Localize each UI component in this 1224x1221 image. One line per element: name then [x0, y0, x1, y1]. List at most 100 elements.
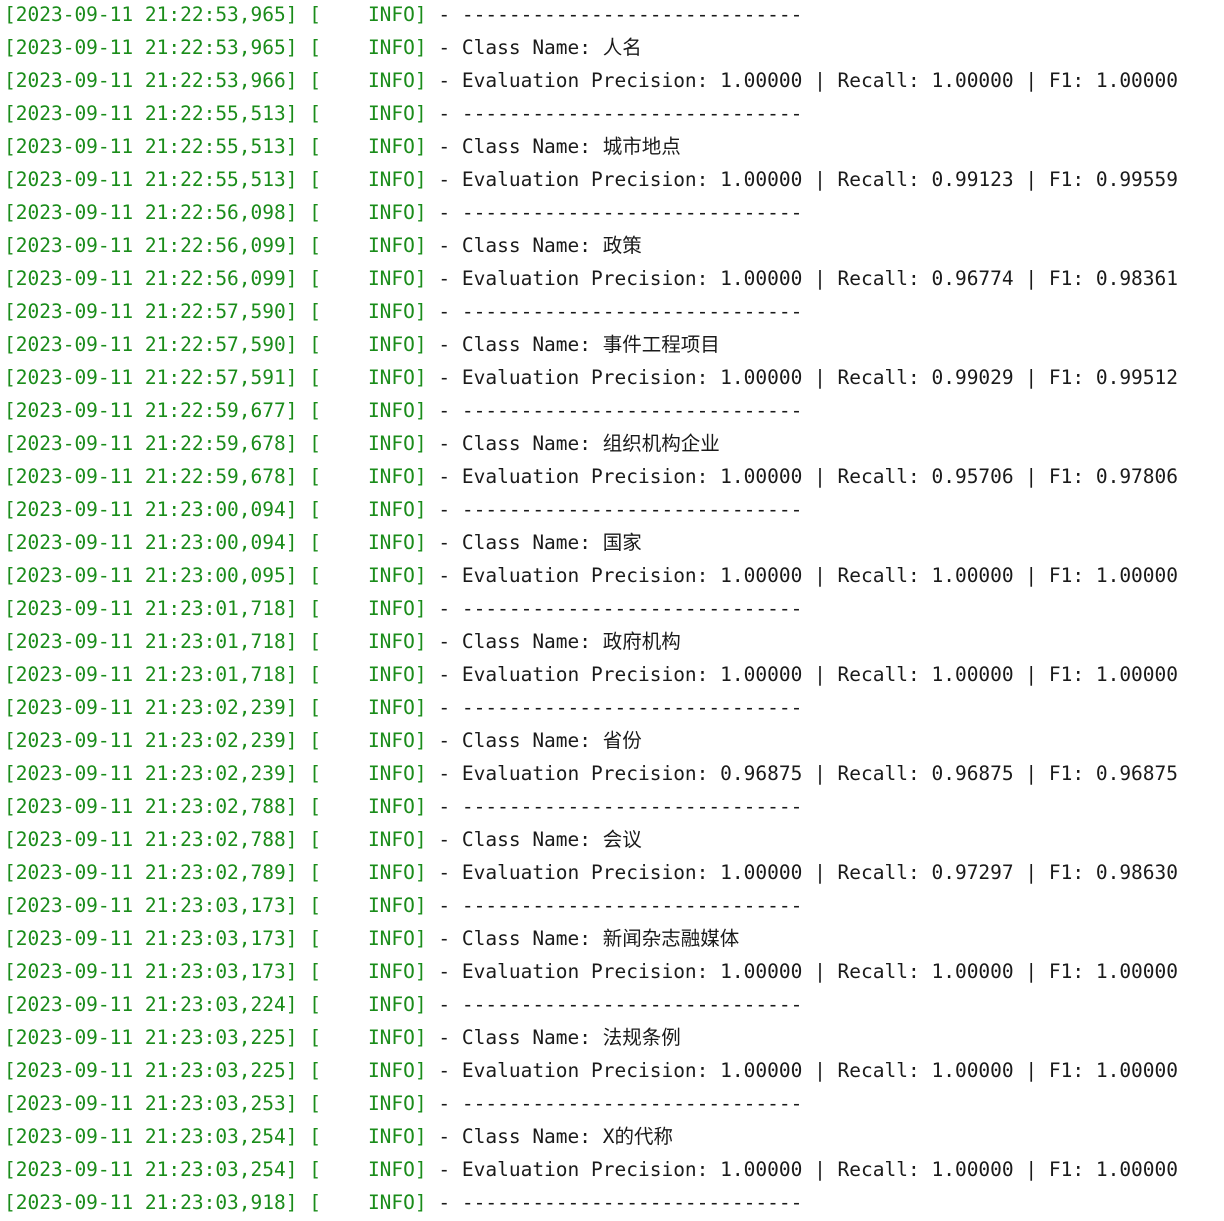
log-level: INFO] — [320, 465, 427, 488]
log-line: [2023-09-11 21:23:03,173] [ INFO] - Clas… — [0, 924, 1224, 957]
log-timestamp: [2023-09-11 21:23:01,718] [ — [4, 597, 321, 620]
log-level: INFO] — [320, 69, 427, 92]
log-timestamp: [2023-09-11 21:22:55,513] [ — [4, 168, 321, 191]
log-level: INFO] — [320, 300, 427, 323]
log-timestamp: [2023-09-11 21:22:59,678] [ — [4, 432, 321, 455]
log-message: - Class Name: 法规条例 — [426, 1026, 681, 1049]
log-message: - Evaluation Precision: 1.00000 | Recall… — [426, 168, 1179, 191]
log-level: INFO] — [320, 861, 427, 884]
log-line: [2023-09-11 21:23:00,094] [ INFO] - ----… — [0, 495, 1224, 528]
log-timestamp: [2023-09-11 21:23:00,095] [ — [4, 564, 321, 587]
log-level: INFO] — [320, 795, 427, 818]
log-line: [2023-09-11 21:23:03,225] [ INFO] - Clas… — [0, 1023, 1224, 1056]
log-message: - Class Name: 事件工程项目 — [426, 333, 720, 356]
log-level: INFO] — [320, 1125, 427, 1148]
log-message: - Class Name: X的代称 — [426, 1125, 673, 1148]
log-timestamp: [2023-09-11 21:22:55,513] [ — [4, 135, 321, 158]
log-message: - Evaluation Precision: 1.00000 | Recall… — [426, 960, 1179, 983]
log-message: - Evaluation Precision: 1.00000 | Recall… — [426, 663, 1179, 686]
log-message: - ----------------------------- — [426, 597, 803, 620]
log-message: - Evaluation Precision: 1.00000 | Recall… — [426, 69, 1179, 92]
log-timestamp: [2023-09-11 21:23:03,254] [ — [4, 1158, 321, 1181]
log-timestamp: [2023-09-11 21:23:03,225] [ — [4, 1026, 321, 1049]
log-line: [2023-09-11 21:22:55,513] [ INFO] - Eval… — [0, 165, 1224, 198]
log-line: [2023-09-11 21:23:03,173] [ INFO] - ----… — [0, 891, 1224, 924]
log-level: INFO] — [320, 597, 427, 620]
log-level: INFO] — [320, 201, 427, 224]
log-message: - Evaluation Precision: 1.00000 | Recall… — [426, 465, 1179, 488]
log-timestamp: [2023-09-11 21:22:56,099] [ — [4, 234, 321, 257]
log-timestamp: [2023-09-11 21:23:03,918] [ — [4, 1191, 321, 1214]
log-timestamp: [2023-09-11 21:22:57,591] [ — [4, 366, 321, 389]
log-timestamp: [2023-09-11 21:22:53,965] [ — [4, 3, 321, 26]
log-message: - Class Name: 省份 — [426, 729, 642, 752]
log-line: [2023-09-11 21:23:01,718] [ INFO] - Clas… — [0, 627, 1224, 660]
log-message: - Evaluation Precision: 1.00000 | Recall… — [426, 366, 1179, 389]
log-line: [2023-09-11 21:22:53,965] [ INFO] - ----… — [0, 0, 1224, 33]
log-line: [2023-09-11 21:23:03,225] [ INFO] - Eval… — [0, 1056, 1224, 1089]
log-message: - ----------------------------- — [426, 894, 803, 917]
log-timestamp: [2023-09-11 21:23:03,173] [ — [4, 894, 321, 917]
log-line: [2023-09-11 21:22:56,099] [ INFO] - Eval… — [0, 264, 1224, 297]
log-timestamp: [2023-09-11 21:22:55,513] [ — [4, 102, 321, 125]
log-timestamp: [2023-09-11 21:23:03,224] [ — [4, 993, 321, 1016]
log-output: [2023-09-11 21:22:53,965] [ INFO] - ----… — [0, 0, 1224, 1221]
log-level: INFO] — [320, 993, 427, 1016]
log-message: - Class Name: 国家 — [426, 531, 642, 554]
log-level: INFO] — [320, 894, 427, 917]
log-line: [2023-09-11 21:23:03,253] [ INFO] - ----… — [0, 1089, 1224, 1122]
log-line: [2023-09-11 21:22:57,591] [ INFO] - Eval… — [0, 363, 1224, 396]
log-timestamp: [2023-09-11 21:23:03,173] [ — [4, 960, 321, 983]
log-message: - ----------------------------- — [426, 300, 803, 323]
log-level: INFO] — [320, 102, 427, 125]
log-timestamp: [2023-09-11 21:23:02,239] [ — [4, 696, 321, 719]
log-message: - Evaluation Precision: 1.00000 | Recall… — [426, 564, 1179, 587]
log-timestamp: [2023-09-11 21:23:00,094] [ — [4, 531, 321, 554]
log-level: INFO] — [320, 1092, 427, 1115]
log-message: - Class Name: 组织机构企业 — [426, 432, 720, 455]
log-line: [2023-09-11 21:23:03,918] [ INFO] - ----… — [0, 1188, 1224, 1221]
log-level: INFO] — [320, 333, 427, 356]
log-level: INFO] — [320, 432, 427, 455]
log-line: [2023-09-11 21:22:56,099] [ INFO] - Clas… — [0, 231, 1224, 264]
log-line: [2023-09-11 21:22:57,590] [ INFO] - ----… — [0, 297, 1224, 330]
log-level: INFO] — [320, 663, 427, 686]
log-timestamp: [2023-09-11 21:23:02,789] [ — [4, 861, 321, 884]
log-timestamp: [2023-09-11 21:22:57,590] [ — [4, 333, 321, 356]
log-line: [2023-09-11 21:22:59,677] [ INFO] - ----… — [0, 396, 1224, 429]
log-timestamp: [2023-09-11 21:23:02,788] [ — [4, 828, 321, 851]
log-message: - Class Name: 人名 — [426, 36, 642, 59]
log-level: INFO] — [320, 366, 427, 389]
log-message: - Evaluation Precision: 0.96875 | Recall… — [426, 762, 1179, 785]
log-line: [2023-09-11 21:22:56,098] [ INFO] - ----… — [0, 198, 1224, 231]
log-message: - Evaluation Precision: 1.00000 | Recall… — [426, 1059, 1179, 1082]
log-level: INFO] — [320, 531, 427, 554]
log-message: - ----------------------------- — [426, 696, 803, 719]
log-timestamp: [2023-09-11 21:23:02,239] [ — [4, 729, 321, 752]
log-message: - ----------------------------- — [426, 1191, 803, 1214]
log-message: - ----------------------------- — [426, 3, 803, 26]
log-timestamp: [2023-09-11 21:23:02,239] [ — [4, 762, 321, 785]
log-line: [2023-09-11 21:22:57,590] [ INFO] - Clas… — [0, 330, 1224, 363]
log-line: [2023-09-11 21:22:59,678] [ INFO] - Clas… — [0, 429, 1224, 462]
log-line: [2023-09-11 21:23:03,254] [ INFO] - Clas… — [0, 1122, 1224, 1155]
log-level: INFO] — [320, 630, 427, 653]
log-line: [2023-09-11 21:22:55,513] [ INFO] - Clas… — [0, 132, 1224, 165]
log-timestamp: [2023-09-11 21:23:02,788] [ — [4, 795, 321, 818]
log-level: INFO] — [320, 1059, 427, 1082]
log-message: - Class Name: 政策 — [426, 234, 642, 257]
log-message: - Class Name: 城市地点 — [426, 135, 681, 158]
log-message: - ----------------------------- — [426, 1092, 803, 1115]
log-timestamp: [2023-09-11 21:22:53,965] [ — [4, 36, 321, 59]
log-message: - ----------------------------- — [426, 498, 803, 521]
log-timestamp: [2023-09-11 21:23:01,718] [ — [4, 630, 321, 653]
log-level: INFO] — [320, 234, 427, 257]
log-line: [2023-09-11 21:23:02,788] [ INFO] - Clas… — [0, 825, 1224, 858]
log-line: [2023-09-11 21:23:02,239] [ INFO] - ----… — [0, 693, 1224, 726]
log-level: INFO] — [320, 1158, 427, 1181]
log-timestamp: [2023-09-11 21:22:53,966] [ — [4, 69, 321, 92]
log-line: [2023-09-11 21:23:03,254] [ INFO] - Eval… — [0, 1155, 1224, 1188]
log-level: INFO] — [320, 564, 427, 587]
log-line: [2023-09-11 21:23:01,718] [ INFO] - Eval… — [0, 660, 1224, 693]
log-level: INFO] — [320, 1191, 427, 1214]
